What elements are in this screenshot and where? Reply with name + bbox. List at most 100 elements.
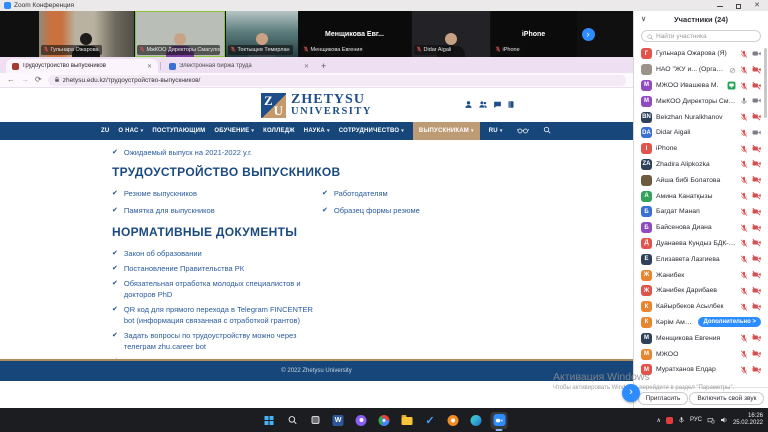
avatar: BN [641, 112, 652, 123]
language-selector[interactable]: RU▾ [489, 122, 503, 140]
taskbar-icon-check[interactable]: ✓ [422, 412, 439, 429]
participant-row[interactable]: IiPhone [634, 141, 768, 157]
participant-row[interactable]: ЖЖанибек Дарибаев [634, 283, 768, 299]
maximize-icon[interactable] [736, 4, 741, 9]
person-icon[interactable] [464, 96, 473, 114]
video-participant-name: Менщикова Евгения [311, 47, 363, 53]
clock[interactable]: 16:26 25.02.2022 [733, 413, 763, 427]
tray-red-app-icon[interactable] [666, 417, 673, 424]
video-name-label: Менщикова Евгения [301, 45, 366, 55]
taskbar-icon-folder[interactable] [399, 412, 416, 429]
url-bar[interactable]: zhetysu.edu.kz/трудоустройство-выпускник… [48, 75, 626, 86]
participant-row[interactable]: ББагдат Манап [634, 204, 768, 220]
nav-item-наука[interactable]: НАУКА▾ [304, 122, 330, 140]
nav-item-поступающим[interactable]: ПОСТУПАЮЩИМ [152, 122, 205, 140]
content-link[interactable]: ✔Образец формы резюме [322, 205, 532, 216]
content-link[interactable]: ✔Обязательная отработка молодых специали… [112, 278, 317, 300]
tab-title: Трудоустройство выпускников [22, 63, 144, 69]
participant-row[interactable]: ККәрім АманжолДополнительно > [634, 315, 768, 331]
taskbar-icon-chat[interactable] [353, 412, 370, 429]
nav-item-обучение[interactable]: ОБУЧЕНИЕ▾ [214, 122, 254, 140]
nav-item-выпускникам[interactable]: ВЫПУСКНИКАМ▾ [413, 122, 480, 140]
taskbar-icon-edge[interactable] [468, 412, 485, 429]
logo-letter-u: U [274, 103, 283, 119]
content-link[interactable]: ✔QR код для прямого перехода в Telegram … [112, 304, 317, 326]
tab-close-icon[interactable]: ✕ [147, 63, 152, 70]
tab-favicon [12, 63, 19, 70]
invite-button[interactable]: Пригласить [638, 392, 689, 405]
participant-row[interactable]: ГГульнара Ожарова (Я) [634, 46, 768, 62]
taskbar-icon-zoom[interactable] [491, 412, 508, 429]
unmute-button[interactable]: Включить свой звук [689, 392, 764, 405]
tray-cast-icon[interactable] [707, 411, 715, 429]
site-header: Z U ZHETYSU UNIVERSITY [0, 88, 633, 122]
minimize-icon[interactable] [717, 6, 723, 7]
content-link[interactable]: ✔Работодателям [322, 188, 532, 199]
intro-link[interactable]: ✔ Ожидаемый выпуск на 2021-2022 у.г. [112, 147, 633, 158]
nav-item-колледж[interactable]: КОЛЛЕДЖ [263, 122, 295, 140]
content-link[interactable]: ✔Постановление Правительства РК [112, 263, 317, 274]
taskbar-icon-search[interactable] [284, 412, 301, 429]
participant-row[interactable]: НАО "ЖУ и... (Организатор) [634, 62, 768, 78]
university-logo[interactable]: Z U ZHETYSU UNIVERSITY [261, 93, 372, 118]
more-options-button[interactable]: Дополнительно > [698, 317, 761, 327]
taskbar-icon-browser-orange[interactable] [445, 412, 462, 429]
tray-mic-icon[interactable] [678, 411, 685, 429]
close-icon[interactable]: ✕ [754, 3, 760, 9]
accessibility-glasses-icon[interactable] [517, 127, 529, 136]
tray-chevron-icon[interactable]: ∧ [657, 417, 661, 424]
participant-row[interactable]: ММЖОО Ивашева М. [634, 78, 768, 94]
taskbar-icon-word[interactable]: W [330, 412, 347, 429]
participant-row[interactable]: DADidar Aigali [634, 125, 768, 141]
mic-muted-icon [740, 361, 748, 379]
participant-row[interactable]: ААмина Канатқызы [634, 188, 768, 204]
language-indicator[interactable]: РУС [690, 417, 702, 423]
nav-item-zu[interactable]: ZU [101, 122, 109, 140]
participant-row[interactable]: ББайсенова Диана [634, 220, 768, 236]
participant-row[interactable]: BNBekzhan Nuralkhanov [634, 109, 768, 125]
collapse-icon[interactable]: ∨ [641, 15, 646, 23]
next-videos-button[interactable]: › [582, 28, 595, 41]
site-navbar: ZU О НАС▾ ПОСТУПАЮЩИМ ОБУЧЕНИЕ▾ КОЛЛЕДЖ НАУКА… [0, 122, 633, 140]
participant-search[interactable] [641, 30, 761, 42]
participant-row[interactable]: ММенщикова Евгения [634, 330, 768, 346]
nav-item-label: ВЫПУСКНИКАМ [419, 128, 469, 134]
participant-status-icons [740, 298, 761, 316]
content-link[interactable]: ✔Резюме выпускников [112, 188, 322, 199]
tab-close-icon[interactable]: ✕ [304, 63, 309, 70]
back-icon[interactable]: ← [7, 76, 15, 84]
floating-widget-button[interactable]: › [622, 384, 640, 402]
participant-row[interactable]: ММуратханов Елдар [634, 362, 768, 378]
taskbar-icon-start[interactable] [261, 412, 278, 429]
journal-icon[interactable] [507, 96, 515, 114]
new-tab-button[interactable]: + [321, 61, 326, 71]
participant-row[interactable]: ЕЕлизавета Лазгиева [634, 251, 768, 267]
tab-separator [160, 62, 161, 70]
content-link[interactable]: ✔Закон об образовании [112, 248, 317, 259]
check-icon: ✔ [322, 205, 328, 216]
search-input[interactable] [656, 33, 755, 40]
chat-icon[interactable] [493, 96, 502, 114]
content-link[interactable]: ✔Памятка для выпускников [112, 205, 322, 216]
participant-row[interactable]: ККайырбеков Асылбек [634, 299, 768, 315]
nav-item-о нас[interactable]: О НАС▾ [118, 122, 143, 140]
participant-row[interactable]: ММЖОО [634, 346, 768, 362]
participant-row[interactable]: ЖЖанибек [634, 267, 768, 283]
reload-icon[interactable]: ⟳ [35, 76, 42, 84]
tray-volume-icon[interactable] [720, 411, 728, 429]
participant-row[interactable]: ZAZhadira Alipkozka [634, 157, 768, 173]
scrollbar[interactable] [764, 48, 767, 118]
content-link[interactable]: ✔Задать вопросы по трудоустройству можно… [112, 330, 317, 352]
taskbar-icon-chrome[interactable] [376, 412, 393, 429]
taskbar-icon-taskview[interactable] [307, 412, 324, 429]
nav-item-сотрудничество[interactable]: СОТРУДНИЧЕСТВО▾ [339, 122, 404, 140]
forward-icon[interactable]: → [21, 76, 29, 84]
browser-tab[interactable]: Электронная биржа труда✕ [163, 59, 315, 73]
participant-row[interactable]: ММжКОО Директоры Смагуло... [634, 93, 768, 109]
people-icon[interactable] [478, 96, 488, 114]
search-icon[interactable] [543, 126, 551, 136]
participant-row[interactable]: ДДуанаева Кундыз БДК-411 [634, 236, 768, 252]
avatar: М [641, 364, 652, 375]
participant-row[interactable]: Айша бибі Болатова [634, 172, 768, 188]
browser-tab[interactable]: Трудоустройство выпускников✕ [6, 59, 158, 73]
